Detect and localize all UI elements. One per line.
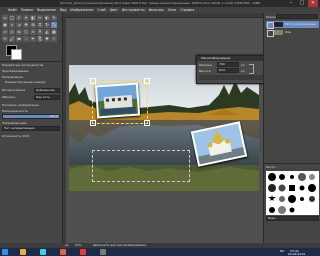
scale-dialog-title: Масштабирование <box>197 56 267 61</box>
clock-date[interactable]: 04.09.2019 <box>288 252 305 256</box>
background-color-swatch[interactable] <box>11 49 22 60</box>
color-select-icon[interactable]: ◧ <box>30 15 36 21</box>
gimp-taskbar-icon[interactable] <box>100 249 106 255</box>
heal-icon[interactable]: ✚ <box>44 36 50 42</box>
zoom-icon[interactable]: ⌕ <box>9 22 15 28</box>
layer-row-background[interactable]: Фон <box>266 29 319 37</box>
scale-handle-top-left[interactable] <box>90 78 96 84</box>
layer-row-photo[interactable]: Фото_изображение <box>266 21 319 29</box>
toolbox-dock: ▭ ◯ ℓ ✦ ◧ ✂ ◐ ✎ ◉ ⌕ ⊿ ✥ ⊞ ⌗ ↻ ⤡ ▱ ◇ ⇋ ⬡ … <box>0 13 63 243</box>
window-titlebar: [Snimok_ekrana] (импортировано)-16.0 (Цв… <box>0 0 320 7</box>
brush-grid[interactable] <box>266 171 319 215</box>
scale-handle-bottom-left[interactable] <box>90 120 96 126</box>
layer-mode-select[interactable] <box>276 14 318 19</box>
opacity-slider[interactable]: 100.0 <box>2 114 60 119</box>
height-input[interactable]: 524 <box>217 68 239 73</box>
foreground-select-icon[interactable]: ◐ <box>44 15 50 21</box>
gradient-icon[interactable]: ▦ <box>51 29 57 35</box>
browser-icon[interactable] <box>40 249 46 255</box>
clone-icon[interactable]: ⎘ <box>37 36 43 42</box>
divider <box>264 163 320 164</box>
height-label: Высота <box>199 69 211 73</box>
tool-options-title: Параметры инструментов <box>2 63 44 67</box>
minimize-button[interactable]: – <box>286 0 296 7</box>
crop-icon[interactable]: ⌗ <box>37 22 43 28</box>
vertical-ruler[interactable] <box>63 17 66 243</box>
warp-icon[interactable]: ≈ <box>30 29 36 35</box>
paths-icon[interactable]: ✎ <box>51 15 57 21</box>
airbrush-icon[interactable]: ∴ <box>23 36 29 42</box>
clipping-select[interactable]: Как есть <box>34 95 60 100</box>
interpolation-select[interactable]: Кубическая <box>34 88 60 93</box>
eye-icon[interactable] <box>267 22 274 29</box>
taskbar: RU 23:44 04.09.2019 <box>0 248 320 256</box>
layer-mode-label: Режим <box>266 15 277 19</box>
width-input[interactable]: 700 <box>217 62 239 67</box>
perspective-icon[interactable]: ◇ <box>9 29 15 35</box>
app-icon[interactable] <box>80 249 86 255</box>
brush-icon[interactable]: 🖌 <box>9 36 15 42</box>
rotate-icon[interactable]: ↻ <box>44 22 50 28</box>
window-title: [Snimok_ekrana] (импортировано)-16.0 (Цв… <box>60 1 261 5</box>
layer-name[interactable]: Фон <box>285 29 291 36</box>
brush-preset-select[interactable]: Basic <box>266 216 319 221</box>
scale-handle-top-right[interactable] <box>144 78 150 84</box>
move-icon[interactable]: ✥ <box>23 22 29 28</box>
height-unit: px <box>241 69 245 73</box>
ink-icon[interactable]: ✒ <box>30 36 36 42</box>
language-indicator[interactable]: RU <box>280 249 284 253</box>
measure-icon[interactable]: ⊿ <box>16 22 22 28</box>
guides-select[interactable]: Нет направляющих <box>2 126 60 131</box>
layer-name[interactable]: Фото_изображение <box>285 21 316 28</box>
text-icon[interactable]: A <box>37 29 43 35</box>
scale-handle-bottom-right[interactable] <box>144 120 150 126</box>
eye-icon[interactable] <box>267 30 274 37</box>
show-preview-checkbox[interactable]: Показать изображение <box>2 103 60 108</box>
horizontal-ruler[interactable] <box>63 13 263 18</box>
bucket-fill-icon[interactable]: ◭ <box>44 29 50 35</box>
file-explorer-icon[interactable] <box>20 249 26 255</box>
width-label: Ширина <box>199 63 212 67</box>
selection-outline <box>92 150 190 182</box>
width-unit: px <box>241 63 245 67</box>
fuzzy-select-icon[interactable]: ✦ <box>23 15 29 21</box>
eraser-icon[interactable]: ▬ <box>16 36 22 42</box>
divider <box>0 61 62 62</box>
maximize-button[interactable]: □ <box>297 0 307 7</box>
flip-icon[interactable]: ⇋ <box>16 29 22 35</box>
layer-thumbnail <box>274 30 283 35</box>
chain-link-icon[interactable] <box>249 64 254 74</box>
constrain-checkbox[interactable]: Ограничить (Ctrl) <box>2 134 60 139</box>
shear-icon[interactable]: ▱ <box>2 29 8 35</box>
brushes-label: Кисти <box>266 165 276 169</box>
direction-option[interactable]: Корректирующее (назад) <box>5 80 63 85</box>
scissors-icon[interactable]: ✂ <box>37 15 43 21</box>
lasso-icon[interactable]: ℓ <box>16 15 22 21</box>
color-picker-icon[interactable]: ◉ <box>2 22 8 28</box>
pencil-icon[interactable]: ✏ <box>2 36 8 42</box>
transform-frame[interactable] <box>92 80 148 124</box>
layers-dock: Режим Фото_изображение Фон Кисти Basic <box>263 13 320 243</box>
smudge-icon[interactable]: ☝ <box>51 36 57 42</box>
opacity-value: 100.0 <box>49 114 58 118</box>
layer-thumbnail <box>274 22 283 27</box>
transform-label: Преобразование: <box>2 69 30 73</box>
dialog-preview-strip <box>199 75 263 80</box>
ellipse-select-icon[interactable]: ◯ <box>9 15 15 21</box>
app-icon[interactable] <box>60 249 66 255</box>
close-button[interactable]: ✕ <box>308 0 318 7</box>
align-icon[interactable]: ⊞ <box>30 22 36 28</box>
scale-dialog: Масштабирование Ширина 700 px Высота 524… <box>196 55 268 84</box>
cage-icon[interactable]: ⬡ <box>23 29 29 35</box>
start-button-icon[interactable] <box>2 249 8 255</box>
rect-select-icon[interactable]: ▭ <box>2 15 8 21</box>
brush-presets <box>268 173 316 214</box>
scale-icon[interactable]: ⤡ <box>51 22 57 28</box>
